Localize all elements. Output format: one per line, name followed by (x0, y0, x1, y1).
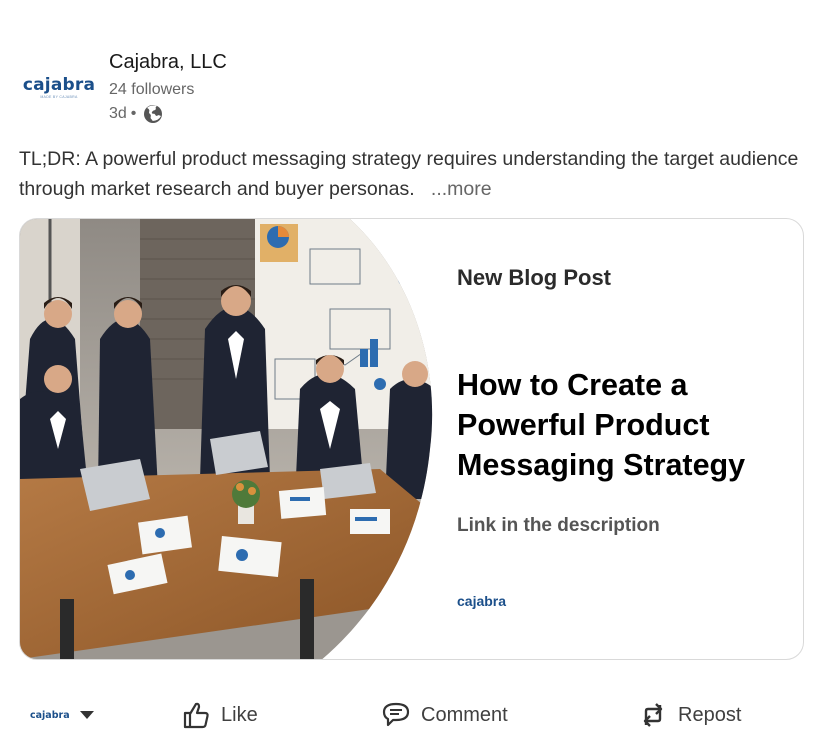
meta-separator: • (130, 105, 137, 122)
card-brand: cajabra (457, 593, 507, 609)
post-meta: 3d • (109, 104, 163, 124)
logo-wordmark: cajabra (22, 74, 96, 95)
globe-icon (144, 105, 163, 123)
meeting-photo (20, 219, 433, 659)
company-logo[interactable]: cajabra MADE BY CAJABRA (20, 64, 98, 110)
actor-switcher[interactable]: cajabra (30, 700, 95, 730)
thumbs-up-icon (183, 702, 209, 729)
blog-post-card[interactable]: New Blog Post How to Create a Powerful P… (19, 218, 804, 660)
see-more-button[interactable]: ...more (431, 178, 492, 200)
card-subtitle: Link in the description (457, 515, 660, 536)
company-name[interactable]: Cajabra, LLC (109, 51, 227, 74)
actor-logo: cajabra (30, 709, 70, 721)
post-header: cajabra MADE BY CAJABRA Cajabra, LLC 24 … (20, 48, 800, 128)
comment-label: Comment (421, 703, 508, 726)
caret-down-icon (79, 711, 94, 719)
repost-icon (643, 703, 663, 727)
card-eyebrow: New Blog Post (457, 265, 612, 290)
comment-icon (382, 702, 410, 727)
follower-count: 24 followers (109, 81, 195, 98)
post-body: TL;DR: A powerful product messaging stra… (19, 148, 799, 200)
repost-label: Repost (678, 703, 742, 726)
post-age: 3d (109, 105, 127, 122)
card-title: How to Create a Powerful Product Messagi… (457, 368, 746, 482)
comment-button[interactable]: Comment (380, 690, 508, 740)
post-text: TL;DR: A powerful product messaging stra… (19, 144, 799, 204)
logo-tagline: MADE BY CAJABRA (40, 94, 78, 99)
action-bar: cajabra Like Comment Repost (0, 690, 817, 740)
repost-button[interactable]: Repost (637, 690, 741, 740)
like-label: Like (221, 703, 258, 726)
like-button[interactable]: Like (180, 690, 258, 740)
